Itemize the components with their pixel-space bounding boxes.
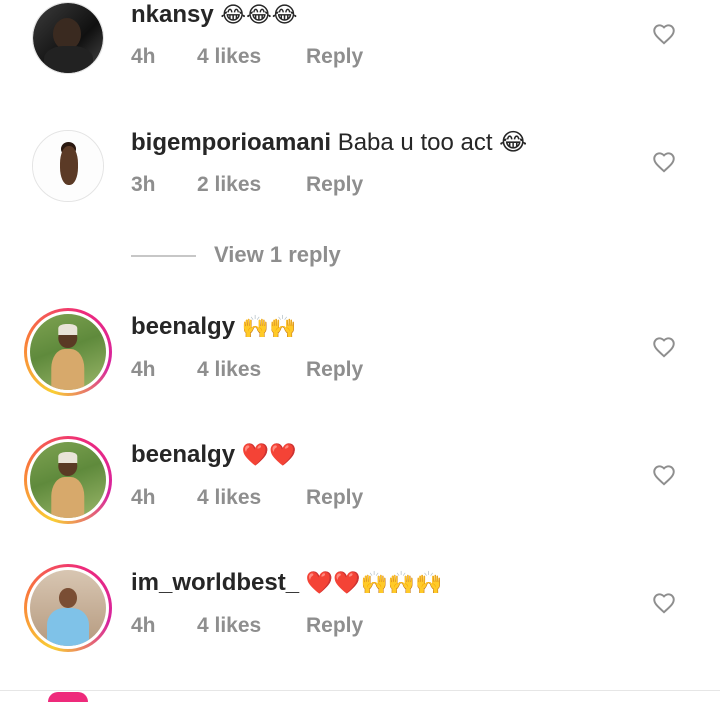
comment-username[interactable]: nkansy	[131, 1, 214, 28]
comment-item: beenalgy 🙌🙌 4h 4 likes Reply	[0, 308, 720, 410]
comment-item: nkansy 😂😂😂 4h 4 likes Reply	[0, 0, 720, 100]
comment-likes[interactable]: 4 likes	[197, 45, 306, 69]
comment-time: 3h	[131, 173, 156, 196]
comment-time: 4h	[131, 358, 156, 381]
reply-button[interactable]: Reply	[306, 45, 363, 69]
comment-likes[interactable]: 2 likes	[197, 173, 306, 197]
view-replies-divider	[131, 255, 196, 257]
view-replies-label: View 1 reply	[214, 242, 341, 267]
reply-button[interactable]: Reply	[306, 614, 363, 638]
heart-outline-icon[interactable]	[651, 590, 677, 616]
comment-likes[interactable]: 4 likes	[197, 486, 306, 510]
reply-button[interactable]: Reply	[306, 173, 363, 197]
comment-item: bigemporioamani Baba u too act 😂 3h 2 lik…	[0, 128, 720, 228]
view-replies-button[interactable]: View 1 reply	[131, 240, 431, 272]
comment-item: im_worldbest_ ❤️❤️🙌🙌🙌 4h 4 likes Reply	[0, 564, 720, 666]
reply-button[interactable]: Reply	[306, 358, 363, 382]
comment-text: 😂😂😂	[220, 2, 298, 27]
comment-text: ❤️❤️	[241, 442, 297, 467]
comment-time: 4h	[131, 614, 156, 637]
comment-text: Baba u too act 😂	[337, 129, 528, 156]
avatar[interactable]	[32, 2, 104, 74]
comment-likes[interactable]: 4 likes	[197, 614, 306, 638]
avatar[interactable]	[24, 436, 112, 524]
list-divider	[0, 690, 720, 691]
comment-text: ❤️❤️🙌🙌🙌	[305, 570, 443, 595]
comment-text: 🙌🙌	[241, 314, 297, 339]
reply-button[interactable]: Reply	[306, 486, 363, 510]
comment-username[interactable]: beenalgy	[131, 313, 235, 340]
comment-time: 4h	[131, 45, 156, 68]
comment-username[interactable]: im_worldbest_	[131, 569, 299, 596]
avatar[interactable]	[24, 564, 112, 652]
next-avatar-peek	[48, 692, 88, 702]
avatar[interactable]	[24, 308, 112, 396]
comment-likes[interactable]: 4 likes	[197, 358, 306, 382]
heart-outline-icon[interactable]	[651, 21, 677, 47]
comment-item: beenalgy ❤️❤️ 4h 4 likes Reply	[0, 436, 720, 538]
avatar[interactable]	[32, 130, 104, 202]
comment-username[interactable]: beenalgy	[131, 441, 235, 468]
heart-outline-icon[interactable]	[651, 149, 677, 175]
comment-time: 4h	[131, 486, 156, 509]
heart-outline-icon[interactable]	[651, 462, 677, 488]
comment-username[interactable]: bigemporioamani	[131, 129, 331, 156]
heart-outline-icon[interactable]	[651, 334, 677, 360]
